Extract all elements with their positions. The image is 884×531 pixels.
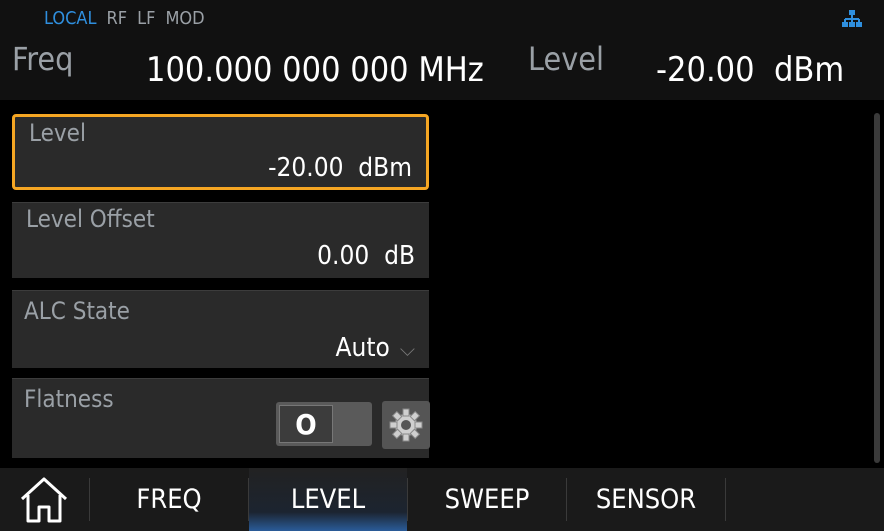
scrollbar[interactable] xyxy=(874,113,880,463)
home-button[interactable] xyxy=(0,468,88,531)
flatness-toggle[interactable]: O xyxy=(276,402,372,446)
status-local: LOCAL xyxy=(44,8,97,29)
level-field-label: Level xyxy=(29,119,86,147)
tab-level[interactable]: LEVEL xyxy=(249,468,407,531)
tab-sensor[interactable]: SENSOR xyxy=(567,468,725,531)
level-field-value: -20.00 dBm xyxy=(268,153,412,183)
tab-separator xyxy=(725,478,726,521)
tab-freq[interactable]: FREQ xyxy=(90,468,248,531)
flatness-settings-button[interactable] xyxy=(382,401,430,449)
status-rf: RF xyxy=(106,8,128,29)
chevron-down-icon: ⌵ xyxy=(399,336,415,361)
level-offset-label: Level Offset xyxy=(26,205,155,233)
alc-state-field[interactable]: ALC State Auto ⌵ xyxy=(12,290,429,368)
status-row: LOCAL RF LF MOD xyxy=(44,8,205,30)
network-icon xyxy=(842,10,862,27)
alc-state-dropdown[interactable]: Auto ⌵ xyxy=(336,333,415,363)
level-field[interactable]: Level -20.00 dBm xyxy=(12,114,429,190)
level-header-value[interactable]: -20.00 dBm xyxy=(656,50,844,90)
freq-label: Freq xyxy=(12,40,74,78)
level-offset-field[interactable]: Level Offset 0.00 dB xyxy=(12,202,429,278)
status-mod: MOD xyxy=(165,8,205,29)
alc-state-value: Auto xyxy=(335,333,390,363)
tab-bar: FREQ LEVEL SWEEP SENSOR xyxy=(0,468,884,531)
gear-icon xyxy=(389,408,423,442)
status-lf: LF xyxy=(137,8,156,29)
home-icon xyxy=(20,477,68,522)
header-bar: LOCAL RF LF MOD Freq 100.000 000 000 MHz… xyxy=(0,0,884,100)
toggle-knob: O xyxy=(279,405,333,443)
tab-sweep[interactable]: SWEEP xyxy=(408,468,566,531)
flatness-field: Flatness O xyxy=(12,378,430,458)
level-header-label: Level xyxy=(528,40,604,78)
alc-state-label: ALC State xyxy=(24,297,130,325)
level-offset-value: 0.00 dB xyxy=(317,241,415,271)
flatness-label: Flatness xyxy=(24,385,114,413)
freq-value[interactable]: 100.000 000 000 MHz xyxy=(146,50,484,90)
